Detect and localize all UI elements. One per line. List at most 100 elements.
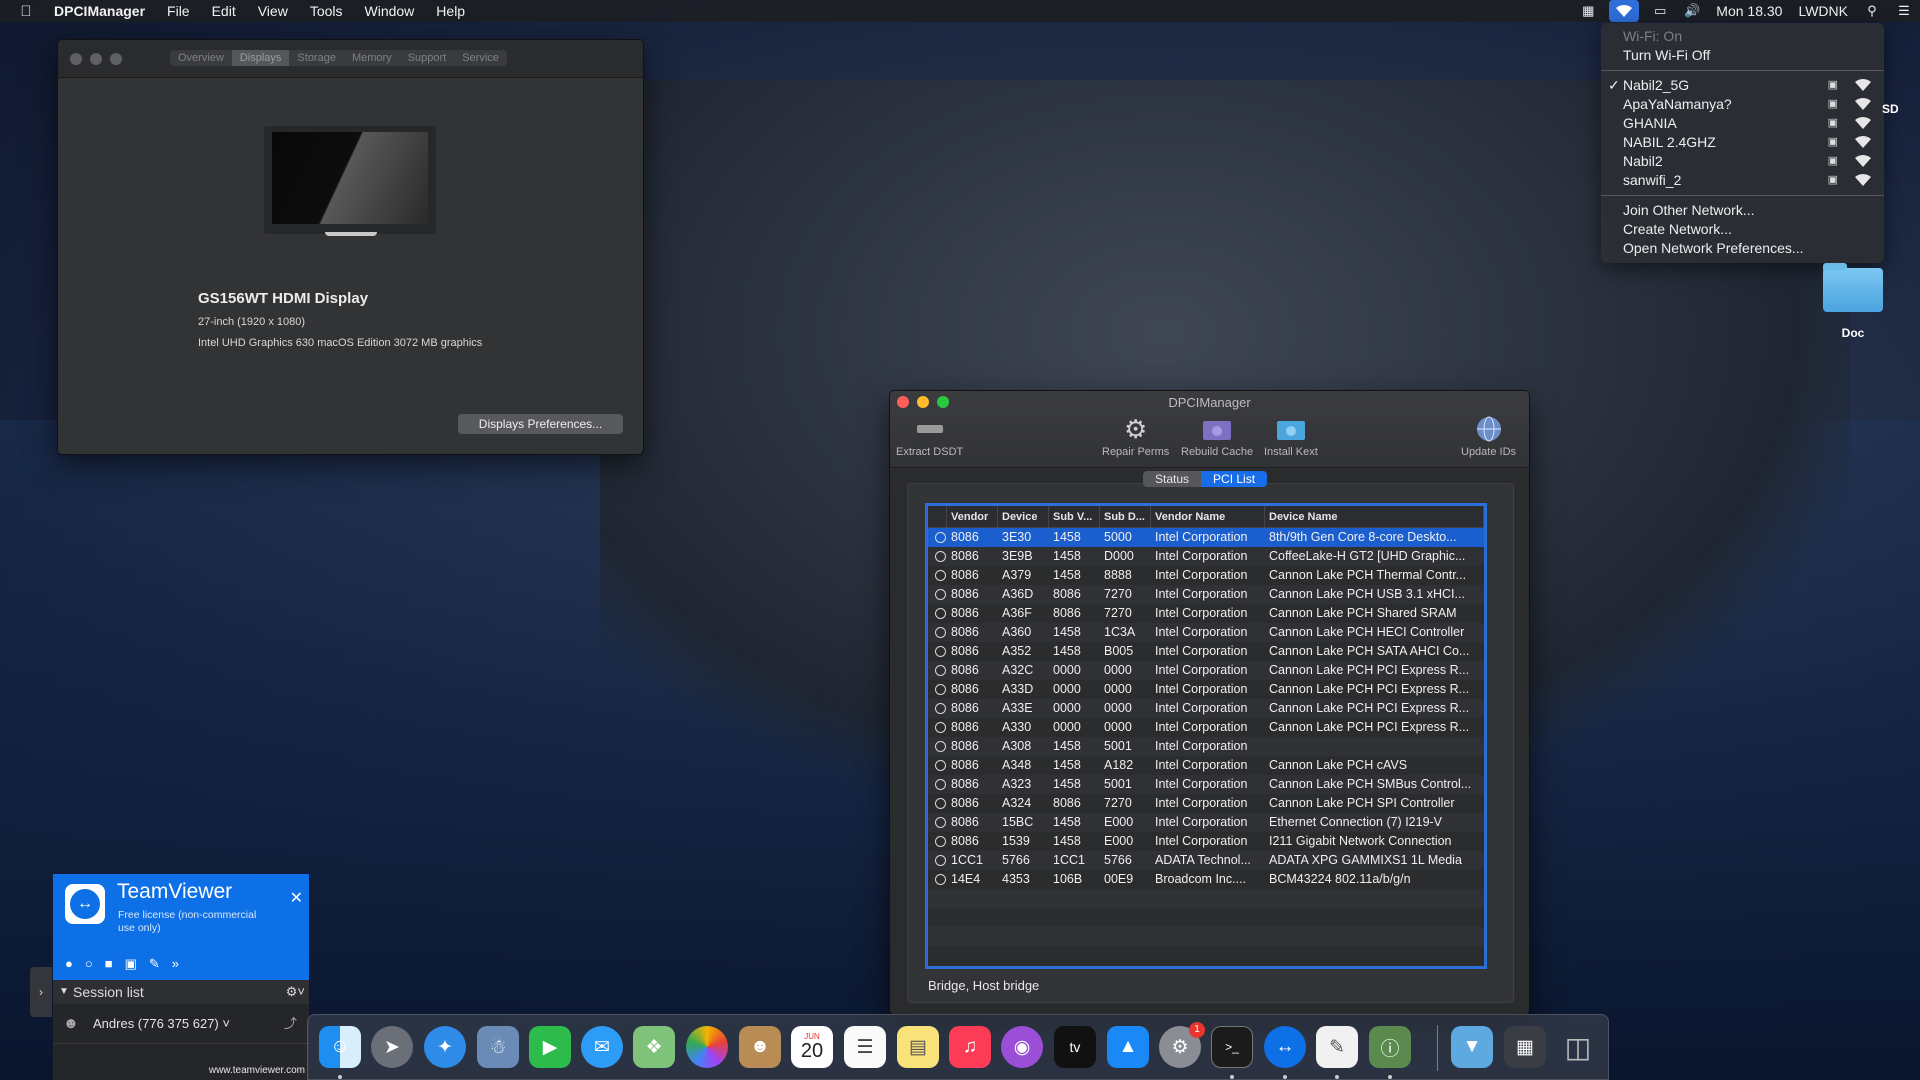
column-vendor[interactable]: Vendor bbox=[947, 506, 998, 527]
tab-memory[interactable]: Memory bbox=[344, 50, 400, 66]
column-sub-vendor[interactable]: Sub V... bbox=[1049, 506, 1100, 527]
menubar-user[interactable]: LWDNK bbox=[1790, 3, 1856, 19]
terminal-icon[interactable]: >_ bbox=[1211, 1026, 1253, 1068]
tab-storage[interactable]: Storage bbox=[289, 50, 344, 66]
table-row[interactable]: 8086 A36F 8086 7270 Intel Corporation Cannon … bbox=[928, 604, 1484, 623]
tools-icon[interactable]: ✎ bbox=[149, 956, 160, 972]
facetime-icon[interactable]: ▶ bbox=[529, 1026, 571, 1068]
table-row[interactable]: 8086 1539 1458 E000 Intel Corporation I211 Gi… bbox=[928, 832, 1484, 851]
maps-icon[interactable]: ❖ bbox=[633, 1026, 675, 1068]
finder-icon[interactable]: ☺ bbox=[319, 1026, 361, 1068]
minimize-window-button[interactable] bbox=[90, 53, 102, 65]
column-vendor-name[interactable]: Vendor Name bbox=[1151, 506, 1265, 527]
table-row[interactable]: 8086 A308 1458 5001 Intel Corporation bbox=[928, 737, 1484, 756]
table-row[interactable]: 8086 3E9B 1458 D000 Intel Corporation CoffeeL… bbox=[928, 547, 1484, 566]
table-row[interactable]: 14E4 4353 106B 00E9 Broadcom Inc.... BCM43224… bbox=[928, 870, 1484, 889]
apple-menu-icon[interactable]:  bbox=[12, 3, 40, 20]
notes-icon[interactable]: ▤ bbox=[897, 1026, 939, 1068]
pci-table[interactable]: Vendor Device Sub V... Sub D... Vendor N… bbox=[925, 503, 1487, 969]
join-other-network-item[interactable]: Join Other Network... bbox=[1601, 201, 1884, 220]
teamviewer-collapse-handle[interactable]: › bbox=[30, 967, 52, 1017]
wifi-network-item[interactable]: Nabil2 ▣ bbox=[1601, 152, 1884, 171]
contacts-icon[interactable]: ☻ bbox=[739, 1026, 781, 1068]
table-row[interactable]: 8086 A330 0000 0000 Intel Corporation Cannon … bbox=[928, 718, 1484, 737]
trash-icon[interactable]: ◫ bbox=[1557, 1026, 1599, 1068]
messages-icon[interactable]: ✉ bbox=[581, 1026, 623, 1068]
tab-status[interactable]: Status bbox=[1143, 471, 1202, 487]
update-ids-button[interactable]: Update IDs bbox=[1461, 415, 1516, 458]
airplay-icon[interactable]: ▭ bbox=[1649, 0, 1671, 22]
create-network-item[interactable]: Create Network... bbox=[1601, 220, 1884, 239]
dpcimanager-dock-icon[interactable]: ⓘ bbox=[1369, 1026, 1411, 1068]
table-row[interactable]: 8086 A33E 0000 0000 Intel Corporation Cannon … bbox=[928, 699, 1484, 718]
table-row[interactable]: 8086 A348 1458 A182 Intel Corporation Cannon … bbox=[928, 756, 1484, 775]
table-row[interactable]: 8086 A360 1458 1C3A Intel Corporation Cannon … bbox=[928, 623, 1484, 642]
app-store-icon[interactable]: ▲ bbox=[1107, 1026, 1149, 1068]
turn-wifi-off-item[interactable]: Turn Wi-Fi Off bbox=[1601, 46, 1884, 65]
volume-icon[interactable]: 🔊 bbox=[1681, 0, 1703, 22]
photos-icon[interactable] bbox=[686, 1026, 728, 1068]
table-row[interactable]: 8086 15BC 1458 E000 Intel Corporation Etherne… bbox=[928, 813, 1484, 832]
table-row[interactable]: 8086 A379 1458 8888 Intel Corporation Cannon … bbox=[928, 566, 1484, 585]
reminders-icon[interactable]: ☰ bbox=[844, 1026, 886, 1068]
install-kext-button[interactable]: Install Kext bbox=[1264, 415, 1318, 458]
table-row[interactable]: 8086 A36D 8086 7270 Intel Corporation Cannon … bbox=[928, 585, 1484, 604]
table-row[interactable]: 8086 A33D 0000 0000 Intel Corporation Cannon … bbox=[928, 680, 1484, 699]
wifi-network-item[interactable]: GHANIA ▣ bbox=[1601, 114, 1884, 133]
system-preferences-icon[interactable]: ⚙ 1 bbox=[1159, 1022, 1205, 1068]
app-menu[interactable]: DPCIManager bbox=[40, 0, 156, 22]
gear-icon[interactable]: ⚙˅ bbox=[286, 980, 305, 1004]
downloads-folder-icon[interactable]: ▼ bbox=[1451, 1026, 1493, 1068]
tab-overview[interactable]: Overview bbox=[170, 50, 232, 66]
wifi-network-item[interactable]: sanwifi_2 ▣ bbox=[1601, 171, 1884, 190]
tab-support[interactable]: Support bbox=[400, 50, 455, 66]
tv-icon[interactable]: tv bbox=[1054, 1026, 1096, 1068]
displays-preferences-button[interactable]: Displays Preferences... bbox=[458, 414, 623, 434]
menu-window[interactable]: Window bbox=[354, 0, 426, 22]
calendar-icon[interactable]: JUN 20 bbox=[791, 1026, 833, 1068]
table-row[interactable]: 8086 A32C 0000 0000 Intel Corporation Cannon … bbox=[928, 661, 1484, 680]
column-device-name[interactable]: Device Name bbox=[1265, 506, 1484, 527]
menu-edit[interactable]: Edit bbox=[201, 0, 247, 22]
table-row[interactable]: 8086 3E30 1458 5000 Intel Corporation 8th/9th… bbox=[928, 528, 1484, 547]
textedit-icon[interactable]: ✎ bbox=[1316, 1026, 1358, 1068]
menubar-clock[interactable]: Mon 18.30 bbox=[1708, 3, 1790, 19]
safari-icon[interactable]: ✦ bbox=[424, 1026, 466, 1068]
table-row[interactable]: 1CC1 5766 1CC1 5766 ADATA Technol... ADATA XP… bbox=[928, 851, 1484, 870]
tab-displays[interactable]: Displays bbox=[231, 50, 290, 66]
extract-dsdt-button[interactable]: Extract DSDT bbox=[896, 415, 963, 458]
music-icon[interactable]: ♫ bbox=[949, 1026, 991, 1068]
more-icon[interactable]: » bbox=[172, 956, 179, 972]
wifi-network-item[interactable]: ✓ Nabil2_5G ▣ bbox=[1601, 76, 1884, 95]
menu-view[interactable]: View bbox=[247, 0, 299, 22]
preview-icon[interactable]: ☃ bbox=[477, 1026, 519, 1068]
tab-pci-list[interactable]: PCI List bbox=[1201, 471, 1268, 487]
display-status-icon[interactable]: ▦ bbox=[1577, 0, 1599, 22]
close-window-button[interactable] bbox=[70, 53, 82, 65]
menu-help[interactable]: Help bbox=[425, 0, 476, 22]
table-row[interactable]: 8086 A352 1458 B005 Intel Corporation Cannon … bbox=[928, 642, 1484, 661]
column-sub-device[interactable]: Sub D... bbox=[1100, 506, 1151, 527]
zoom-window-button[interactable] bbox=[110, 53, 122, 65]
tab-service[interactable]: Service bbox=[454, 50, 507, 66]
chat-icon[interactable]: ■ bbox=[105, 956, 113, 972]
podcasts-icon[interactable]: ◉ bbox=[1001, 1026, 1043, 1068]
launchpad-icon[interactable]: ➤ bbox=[371, 1026, 413, 1068]
repair-perms-button[interactable]: ⚙ Repair Perms bbox=[1102, 414, 1169, 459]
files-icon[interactable]: ▣ bbox=[125, 956, 137, 972]
table-row[interactable]: 8086 A324 8086 7270 Intel Corporation Cannon … bbox=[928, 794, 1484, 813]
session-contact[interactable]: ☻ Andres (776 375 627) ˅ ⤴ bbox=[53, 1004, 309, 1044]
wifi-network-item[interactable]: NABIL 2.4GHZ ▣ bbox=[1601, 133, 1884, 152]
wifi-status-icon[interactable] bbox=[1609, 0, 1640, 22]
session-list-header[interactable]: ▼ Session list ⚙˅ bbox=[53, 980, 309, 1004]
wifi-network-item[interactable]: ApaYaNamanya? ▣ bbox=[1601, 95, 1884, 114]
spotlight-search-icon[interactable]: ⚲ bbox=[1861, 0, 1883, 22]
notification-center-icon[interactable]: ☰ bbox=[1893, 0, 1915, 22]
teamviewer-url[interactable]: www.teamviewer.com bbox=[209, 1065, 305, 1076]
teamviewer-dock-icon[interactable]: ↔ bbox=[1264, 1026, 1306, 1068]
menu-tools[interactable]: Tools bbox=[299, 0, 354, 22]
desktop-folder-doc[interactable]: Doc bbox=[1822, 263, 1884, 340]
screenshot-stack-icon[interactable]: ▦ bbox=[1504, 1026, 1546, 1068]
column-device[interactable]: Device bbox=[998, 506, 1049, 527]
headset-icon[interactable]: ○ bbox=[85, 956, 93, 972]
